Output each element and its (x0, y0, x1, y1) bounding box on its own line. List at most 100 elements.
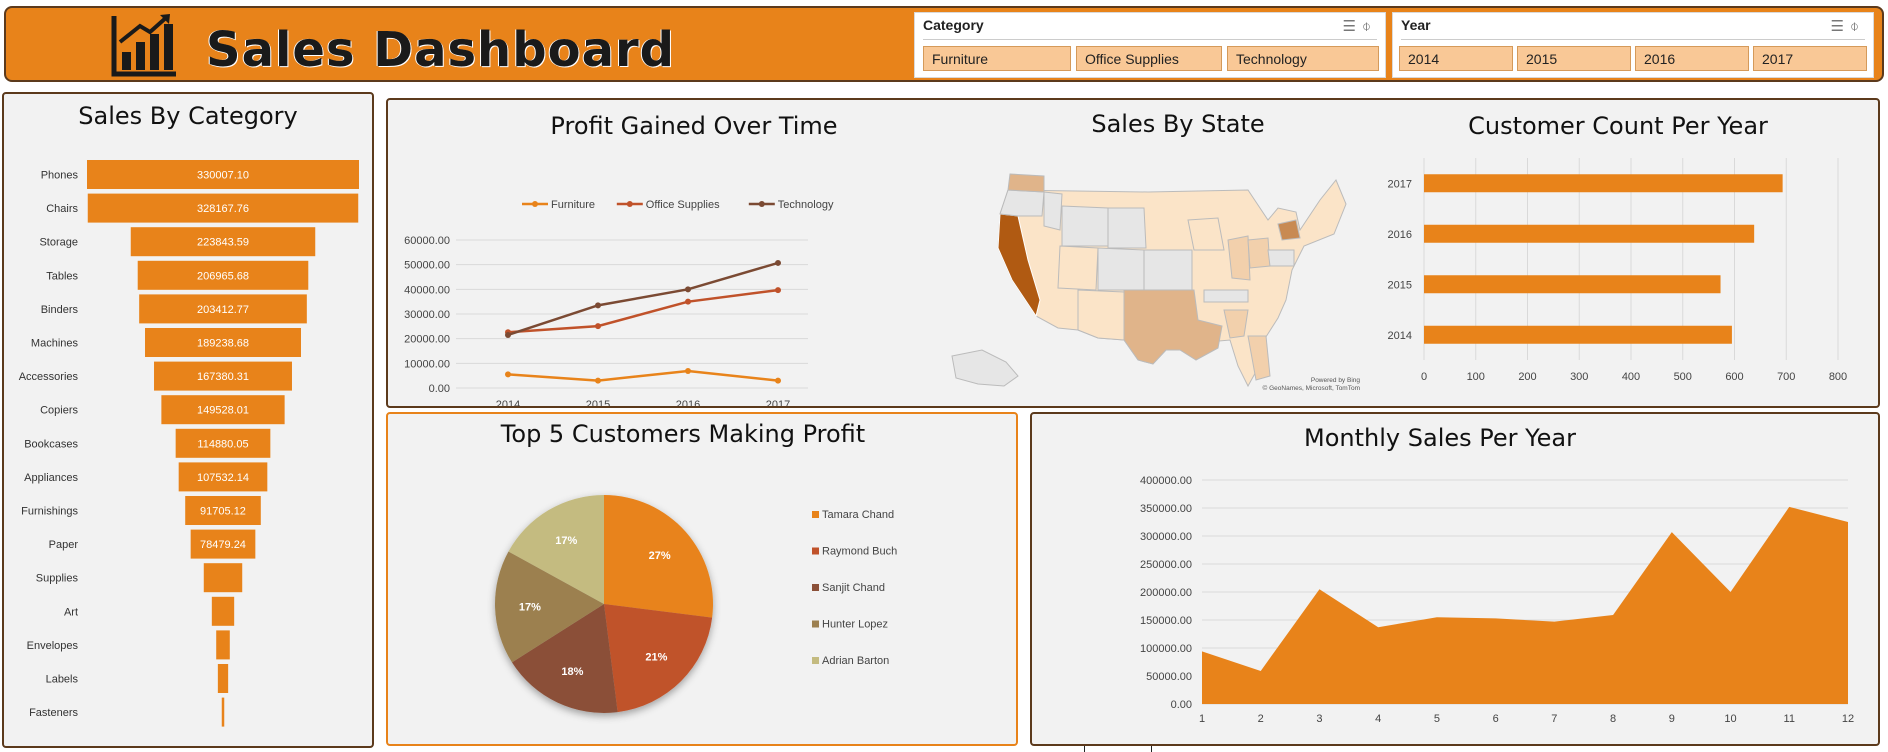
customer-count-chart: 0 100 200 300 400 500 600 700 800 2017 2016 2015 201… (1388, 158, 1847, 383)
slicer-option-2014[interactable]: 2014 (1399, 46, 1513, 71)
chart-title: Profit Gained Over Time (550, 112, 838, 140)
alaska-shape (951, 349, 1019, 387)
x-tick-label: 400 (1622, 371, 1640, 383)
category-label: Copiers (40, 405, 78, 417)
slice-label: 27% (649, 550, 671, 562)
bar-chart-growth-icon (111, 14, 176, 77)
category-bar (203, 563, 243, 593)
x-tick-label: 2016 (676, 399, 700, 406)
data-point (595, 302, 601, 309)
slice-label: 17% (519, 601, 541, 613)
legend-swatch (812, 620, 819, 628)
slicer-title: Category (923, 17, 984, 33)
y-tick-label: 20000.00 (404, 334, 450, 346)
x-tick-label: 800 (1829, 371, 1847, 383)
data-label: 330007.10 (197, 170, 249, 182)
legend-label: Office Supplies (646, 199, 720, 211)
legend-label: Hunter Lopez (822, 619, 888, 631)
data-point (505, 371, 511, 378)
chart-title: Monthly Sales Per Year (1304, 424, 1576, 452)
multi-select-icon[interactable]: ☰⌽ (1343, 17, 1377, 35)
series-line (507, 369, 779, 382)
overview-panel: Profit Gained Over Time 0.00 10000.00 2000… (386, 98, 1880, 408)
legend-label: Adrian Barton (822, 655, 889, 667)
slicer-option-2017[interactable]: 2017 (1753, 46, 1867, 71)
y-tick-label: 0.00 (1171, 699, 1192, 711)
y-tick-label: 60000.00 (404, 235, 450, 247)
x-tick-label: 2015 (586, 399, 610, 406)
data-point (775, 259, 781, 266)
y-tick-label: 2016 (1388, 229, 1412, 241)
sales-by-category-panel: Sales By Category Phones 330007.10 Chairs 3… (2, 92, 374, 748)
slicer-option-furniture[interactable]: Furniture (923, 46, 1071, 71)
monthly-sales-panel: Monthly Sales Per Year 0.00 50000.00 10000… (1030, 412, 1880, 746)
year-bar (1424, 275, 1721, 294)
category-label: Furnishings (21, 506, 78, 518)
x-tick-label: 500 (1674, 371, 1692, 383)
data-point (685, 286, 691, 293)
year-bar (1424, 325, 1732, 344)
x-tick-label: 6 (1493, 713, 1499, 725)
y-tick-label: 350000.00 (1140, 503, 1192, 515)
category-label: Fasteners (29, 707, 78, 719)
slicer-option-technology[interactable]: Technology (1227, 46, 1379, 71)
category-label: Storage (39, 237, 78, 249)
legend-label: Furniture (551, 199, 595, 211)
category-bar (221, 697, 225, 727)
legend-marker (532, 201, 538, 207)
top-customers-pie-chart: 27% 21% 18% 17% 17% Tamara Chand Raymond Buch S… (495, 495, 897, 713)
clear-filter-icon[interactable]: ☰⌽ (1831, 17, 1865, 35)
slicer-option-2015[interactable]: 2015 (1517, 46, 1631, 71)
slicer-title: Year (1401, 17, 1431, 33)
x-tick-label: 12 (1842, 713, 1854, 725)
x-tick-label: 9 (1669, 713, 1675, 725)
y-tick-label: 2017 (1388, 178, 1412, 190)
y-tick-label: 100000.00 (1140, 643, 1192, 655)
category-label: Phones (41, 170, 79, 182)
category-label: Envelopes (27, 640, 79, 652)
header-banner: Sales Dashboard Category ☰⌽ Furniture Of… (4, 6, 1884, 82)
category-slicer[interactable]: Category ☰⌽ Furniture Office Supplies Te… (914, 12, 1386, 78)
x-tick-label: 1 (1199, 713, 1205, 725)
year-slicer[interactable]: Year ☰⌽ 2014 2015 2016 2017 (1392, 12, 1874, 78)
legend-label: Technology (778, 199, 834, 211)
data-label: 78479.24 (200, 539, 246, 551)
category-label: Supplies (36, 573, 79, 585)
data-point (595, 377, 601, 384)
y-tick-label: 50000.00 (1146, 671, 1192, 683)
slicer-option-2016[interactable]: 2016 (1635, 46, 1749, 71)
y-tick-label: 30000.00 (404, 309, 450, 321)
legend-swatch (812, 547, 819, 555)
chart-title: Customer Count Per Year (1468, 112, 1768, 140)
category-bar (217, 664, 229, 693)
x-tick-label: 700 (1777, 371, 1795, 383)
data-label: 328167.76 (197, 203, 249, 215)
legend-swatch (812, 584, 819, 591)
x-tick-label: 300 (1570, 371, 1588, 383)
category-bar (211, 596, 235, 626)
data-point (685, 367, 691, 374)
data-label: 189238.68 (197, 338, 249, 350)
chart-title: Top 5 Customers Making Profit (500, 420, 866, 448)
legend-marker (626, 201, 633, 207)
x-tick-label: 2017 (766, 399, 790, 406)
y-tick-label: 250000.00 (1140, 559, 1192, 571)
map-shapes (997, 173, 1347, 388)
slice-label: 21% (645, 651, 667, 663)
divider (1084, 746, 1152, 752)
x-tick-label: 8 (1610, 713, 1616, 725)
sales-by-category-chart: Phones 330007.10 Chairs 328167.76 Storage 223… (19, 160, 359, 727)
x-tick-label: 5 (1434, 713, 1440, 725)
year-bar (1424, 224, 1755, 243)
y-tick-label: 300000.00 (1140, 531, 1192, 543)
slicer-option-office-supplies[interactable]: Office Supplies (1076, 46, 1222, 71)
us-states-map: Powered by Bing © GeoNames, Microsoft, T… (951, 173, 1360, 392)
y-tick-label: 10000.00 (404, 358, 450, 370)
legend-swatch (812, 657, 819, 664)
category-label: Tables (46, 270, 78, 282)
x-tick-label: 7 (1551, 713, 1557, 725)
y-tick-label: 2014 (1388, 330, 1412, 342)
data-label: 114880.05 (197, 438, 248, 450)
category-bar (216, 630, 230, 660)
category-label: Accessories (19, 371, 79, 383)
